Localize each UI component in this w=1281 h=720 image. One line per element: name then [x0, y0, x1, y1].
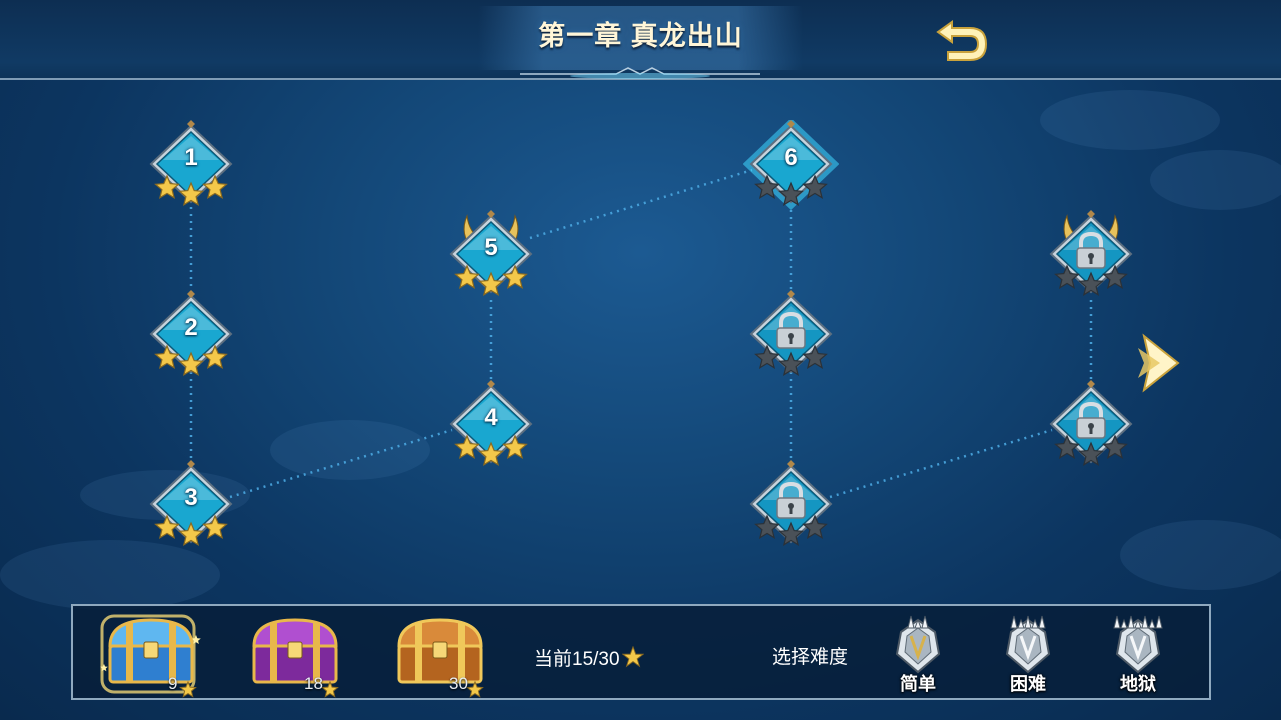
difficulty-hell-button[interactable]: 地狱: [1101, 614, 1175, 694]
difficulty-easy-button[interactable]: 简单: [881, 614, 955, 694]
stage-node[interactable]: 1: [143, 120, 239, 220]
stage-number: 1: [184, 144, 198, 171]
stage-node[interactable]: 5: [443, 210, 539, 310]
stage-node[interactable]: [743, 290, 839, 390]
stage-node[interactable]: 3: [143, 460, 239, 560]
difficulty-emblem-icon: [1005, 615, 1051, 674]
treasure-chest-icon: [100, 614, 201, 698]
difficulty-emblem-icon: [895, 615, 941, 674]
chevron-right-icon: [1138, 333, 1180, 393]
stage-badge-icon: [1049, 380, 1133, 466]
current-star-progress: 当前15/30: [534, 644, 644, 671]
star-icon: [621, 645, 644, 668]
stage-number: 4: [484, 404, 498, 431]
difficulty-hard-button[interactable]: 困难: [991, 614, 1065, 694]
stage-node[interactable]: [743, 460, 839, 560]
stage-node[interactable]: 6: [743, 120, 839, 220]
next-page-button[interactable]: [1136, 330, 1186, 396]
stage-badge-icon: [749, 460, 833, 546]
difficulty-option-label: 困难: [1010, 674, 1046, 694]
stage-number: 5: [484, 234, 498, 261]
treasure-chest-icon: [252, 618, 339, 698]
reward-chest[interactable]: 30: [385, 608, 495, 700]
stage-badge-icon: [749, 290, 833, 376]
stage-number: 3: [184, 484, 198, 511]
difficulty-label: 选择难度: [772, 647, 849, 668]
treasure-chest-icon: [397, 618, 484, 698]
chest-star-requirement: 30: [449, 674, 468, 693]
stage-node[interactable]: 2: [143, 290, 239, 390]
star-icon: [321, 680, 339, 698]
chest-star-requirement: 18: [304, 674, 323, 693]
star-icon: [466, 680, 484, 698]
stage-node[interactable]: 4: [443, 380, 539, 480]
difficulty-emblem-icon: [1113, 615, 1163, 674]
reward-chest[interactable]: 9: [96, 608, 206, 700]
chest-star-requirement: 9: [168, 674, 178, 693]
difficulty-option-label: 简单: [900, 674, 936, 694]
current-star-text: 当前15/30: [534, 649, 620, 670]
stage-node[interactable]: [1043, 210, 1139, 310]
stage-number: 6: [784, 144, 798, 171]
stage-badge-icon: [1049, 210, 1133, 296]
difficulty-option-label: 地狱: [1120, 674, 1156, 694]
stage-number: 2: [184, 314, 198, 341]
stage-node[interactable]: [1043, 380, 1139, 480]
reward-chest[interactable]: 18: [240, 608, 350, 700]
